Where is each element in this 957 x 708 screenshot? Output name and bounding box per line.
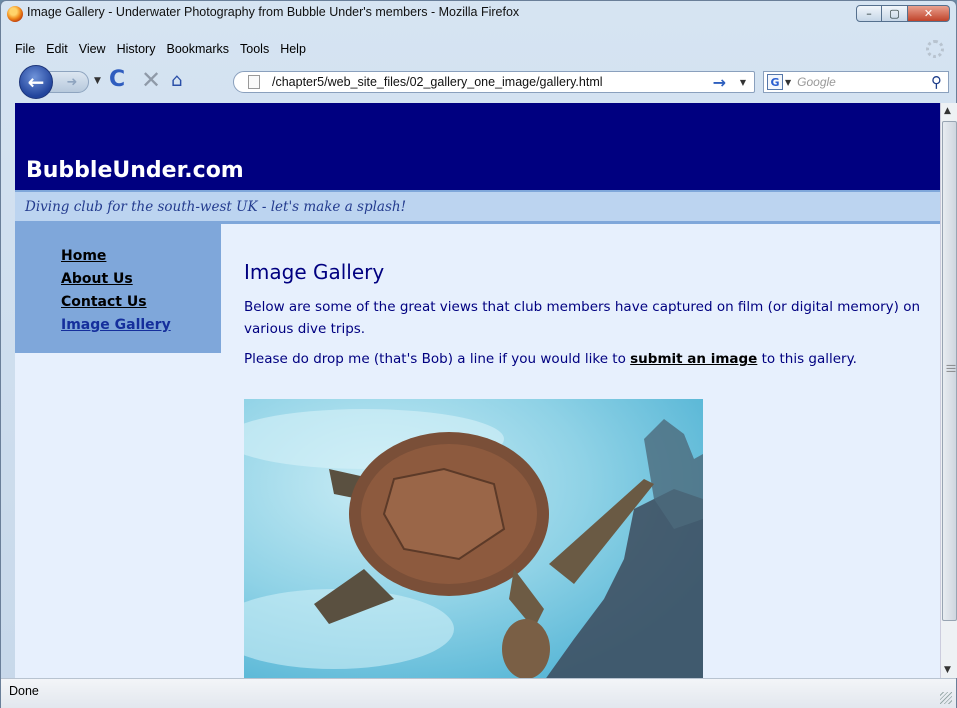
url-dropdown-icon[interactable]: ▼	[740, 78, 746, 87]
home-icon[interactable]: ⌂	[171, 70, 182, 91]
tagline-bar: Diving club for the south-west UK - let'…	[15, 190, 940, 224]
browser-window: Image Gallery - Underwater Photography f…	[0, 0, 957, 708]
throbber-icon	[926, 40, 944, 58]
main-content: Image Gallery Below are some of the grea…	[244, 224, 934, 678]
go-arrow-icon[interactable]: →	[713, 73, 726, 92]
title-bar: Image Gallery - Underwater Photography f…	[1, 1, 956, 37]
status-bar: Done	[1, 678, 956, 708]
submit-suffix: to this gallery.	[757, 351, 857, 367]
submit-image-link[interactable]: submit an image	[630, 351, 757, 367]
url-text[interactable]: /chapter5/web_site_files/02_gallery_one_…	[272, 75, 603, 89]
search-placeholder[interactable]: Google	[797, 75, 836, 89]
minimize-button[interactable]: –	[856, 5, 882, 22]
search-box[interactable]: G ▼ Google ⚲	[763, 71, 949, 93]
scrollbar-grip-icon: — — —	[946, 360, 956, 377]
status-text: Done	[9, 684, 39, 698]
firefox-icon	[7, 6, 23, 22]
page-viewport: BubbleUnder.com Diving club for the sout…	[15, 103, 940, 678]
resize-grip-icon[interactable]	[940, 692, 952, 704]
stop-icon[interactable]: ✕	[141, 66, 161, 94]
nav-link-home[interactable]: Home	[61, 245, 221, 268]
reload-icon[interactable]: C	[109, 67, 125, 92]
nav-link-about-us[interactable]: About Us	[61, 268, 221, 291]
page-icon	[248, 75, 260, 89]
menu-view[interactable]: View	[79, 42, 106, 56]
window-title: Image Gallery - Underwater Photography f…	[27, 5, 520, 19]
menu-bookmarks[interactable]: Bookmarks	[166, 42, 229, 56]
scroll-up-icon[interactable]: ▲	[944, 106, 951, 116]
site-header: BubbleUnder.com	[15, 103, 940, 190]
site-navigation: Home About Us Contact Us Image Gallery	[15, 224, 221, 353]
vertical-scrollbar[interactable]: ▲ — — — ▼	[940, 103, 957, 678]
scrollbar-thumb[interactable]: — — —	[942, 121, 957, 621]
url-bar[interactable]: /chapter5/web_site_files/02_gallery_one_…	[233, 71, 755, 93]
search-engine-dropdown-icon[interactable]: ▼	[785, 78, 791, 87]
turtle-photo	[244, 399, 703, 678]
nav-link-contact-us[interactable]: Contact Us	[61, 291, 221, 314]
menu-bar: File Edit View History Bookmarks Tools H…	[15, 42, 317, 56]
site-tagline: Diving club for the south-west UK - let'…	[25, 199, 407, 215]
navigation-toolbar: ➜ ← ▼ C ✕ ⌂ /chapter5/web_site_files/02_…	[1, 59, 956, 103]
menu-history[interactable]: History	[117, 42, 156, 56]
menu-help[interactable]: Help	[280, 42, 306, 56]
forward-icon[interactable]: ➜	[49, 71, 89, 93]
submit-prefix: Please do drop me (that's Bob) a line if…	[244, 351, 631, 367]
scroll-down-icon[interactable]: ▼	[944, 665, 951, 675]
history-dropdown-icon[interactable]: ▼	[94, 76, 101, 86]
window-controls: – ▢ ✕	[856, 5, 950, 22]
site-title: BubbleUnder.com	[26, 158, 244, 183]
google-icon[interactable]: G	[767, 74, 783, 90]
intro-paragraph: Below are some of the great views that c…	[244, 299, 921, 337]
back-icon[interactable]: ←	[19, 65, 53, 99]
magnifier-icon[interactable]: ⚲	[931, 73, 942, 91]
menu-file[interactable]: File	[15, 42, 35, 56]
nav-link-image-gallery[interactable]: Image Gallery	[61, 314, 221, 337]
turtle-photo-graphic	[244, 409, 703, 678]
menu-edit[interactable]: Edit	[46, 42, 68, 56]
page-heading: Image Gallery	[244, 260, 385, 284]
maximize-button[interactable]: ▢	[882, 5, 908, 22]
menu-tools[interactable]: Tools	[240, 42, 269, 56]
submit-paragraph: Please do drop me (that's Bob) a line if…	[244, 348, 934, 370]
close-button[interactable]: ✕	[908, 5, 950, 22]
